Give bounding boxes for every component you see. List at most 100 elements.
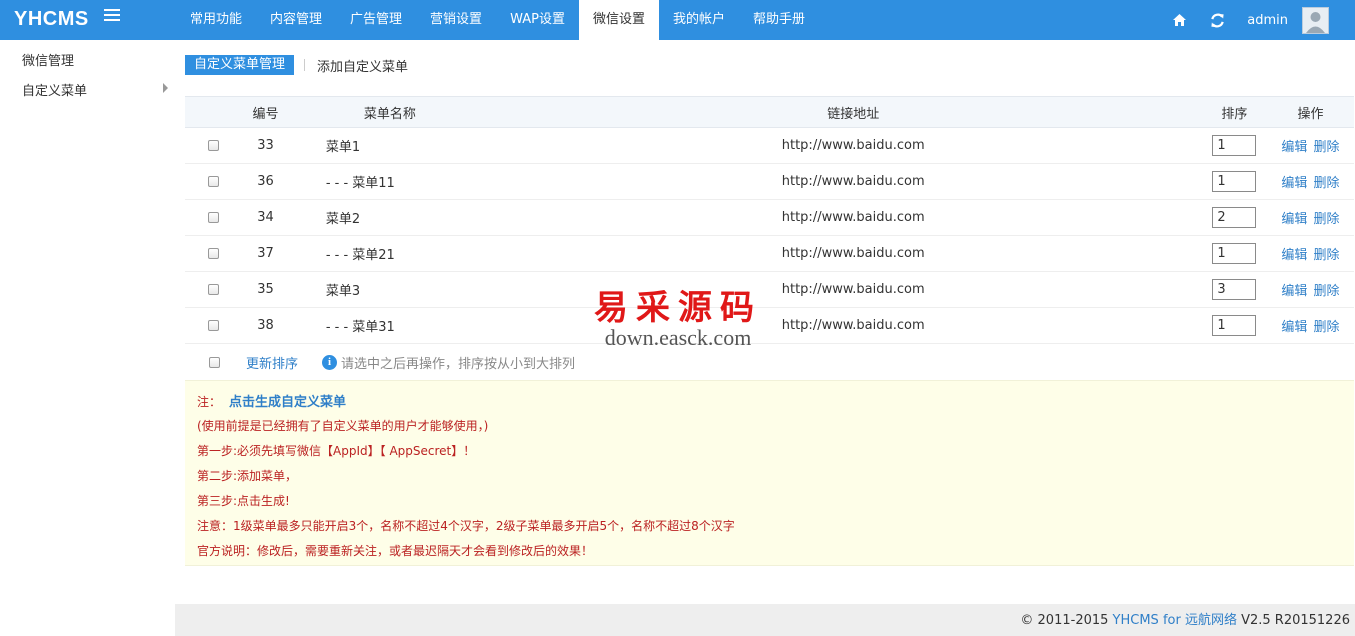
row-url: http://www.baidu.com [781,282,925,297]
table-footer: 更新排序 i 请选中之后再操作，排序按从小到大排列 [185,344,1354,380]
sort-input[interactable] [1212,171,1257,192]
delete-link[interactable]: 删除 [1314,320,1340,335]
sort-input[interactable] [1212,315,1257,336]
table-header-row: 编号 菜单名称 链接地址 排序 操作 [185,96,1354,128]
refresh-icon[interactable] [1209,12,1225,28]
row-url: http://www.baidu.com [781,318,925,333]
note-line-generate: 注： 点击生成自定义菜单 [197,391,346,410]
sidebar-item-wechat-manage[interactable]: 微信管理 [22,50,168,69]
divider [304,59,306,71]
note-line: (使用前提是已经拥有了自定义菜单的用户才能够使用，) [197,419,489,433]
table-row: 34 菜单2 http://www.baidu.com 编辑 删除 [185,200,1354,236]
note-prefix: 注： [197,395,222,409]
select-all-checkbox[interactable] [209,356,220,368]
nav-tab-3[interactable]: 营销设置 [416,0,496,40]
row-checkbox-cell [185,308,241,344]
nav-tab-0[interactable]: 常用功能 [176,0,256,40]
row-name: - - - 菜单31 [325,320,395,335]
delete-link[interactable]: 删除 [1314,248,1340,263]
header-checkbox-cell [185,96,242,128]
brand-logo[interactable]: YHCMS [14,8,89,31]
sort-input[interactable] [1212,135,1257,156]
row-name: 菜单1 [325,140,361,155]
row-id: 37 [257,246,274,261]
row-sort-cell [1202,164,1267,200]
row-ops: 编辑 删除 [1267,236,1354,272]
sidebar-item-label: 自定义菜单 [22,84,88,99]
row-name: 菜单3 [325,284,361,299]
sort-input[interactable] [1212,207,1257,228]
row-checkbox[interactable] [207,248,219,259]
sort-input[interactable] [1212,279,1257,300]
sidebar-item-custom-menu[interactable]: 自定义菜单 [22,80,168,99]
row-ops: 编辑 删除 [1267,200,1354,236]
header-ops: 操作 [1266,96,1354,128]
copyright: © 2011-2015 YHCMS for 远航网络 V2.5 R2015122… [1020,609,1350,628]
menu-toggle-icon[interactable] [104,9,120,25]
header-id: 编号 [241,96,290,128]
row-checkbox[interactable] [207,176,219,187]
tab-custom-menu-manage[interactable]: 自定义菜单管理 [185,55,295,75]
row-checkbox[interactable] [207,212,219,223]
main-nav: 常用功能 内容管理 广告管理 营销设置 WAP设置 微信设置 我的帐户 帮助手册 [176,0,819,40]
row-checkbox-cell [185,128,241,164]
note-line: 官方说明：修改后，需要重新关注，或者最迟隔天才会看到修改后的效果！ [197,544,594,558]
table-row: 35 菜单3 http://www.baidu.com 编辑 删除 [185,272,1354,308]
copyright-link[interactable]: YHCMS for 远航网络 [1113,613,1237,628]
edit-link[interactable]: 编辑 [1281,248,1307,263]
note-line: 第一步:必须先填写微信【AppId】【 AppSecret】！ [197,444,476,458]
edit-link[interactable]: 编辑 [1281,140,1307,155]
hint-text: 请选中之后再操作，排序按从小到大排列 [341,356,576,372]
row-sort-cell [1202,200,1267,236]
row-url: http://www.baidu.com [781,174,925,189]
row-id: 36 [257,174,274,189]
delete-link[interactable]: 删除 [1314,284,1340,299]
row-name: - - - 菜单21 [325,248,395,263]
notes-panel: 注： 点击生成自定义菜单 (使用前提是已经拥有了自定义菜单的用户才能够使用，) 第… [185,380,1354,566]
row-url: http://www.baidu.com [781,246,925,261]
edit-link[interactable]: 编辑 [1281,284,1307,299]
row-id: 34 [257,210,274,225]
sidebar: 微信管理 自定义菜单 [0,40,175,636]
update-sort-button[interactable]: 更新排序 [246,353,298,372]
table-row: 33 菜单1 http://www.baidu.com 编辑 删除 [185,128,1354,164]
header-sort: 排序 [1201,96,1267,128]
row-checkbox-cell [185,164,241,200]
edit-link[interactable]: 编辑 [1281,176,1307,191]
avatar[interactable] [1302,6,1329,34]
edit-link[interactable]: 编辑 [1281,320,1307,335]
top-right-tools: admin [1171,0,1355,40]
row-url: http://www.baidu.com [781,138,925,153]
row-checkbox-cell [185,272,241,308]
username[interactable]: admin [1247,13,1288,28]
generate-menu-link[interactable]: 点击生成自定义菜单 [229,395,346,410]
header-name: 菜单名称 [289,96,505,128]
row-checkbox[interactable] [207,320,219,331]
row-ops: 编辑 删除 [1267,308,1354,344]
row-sort-cell [1202,272,1267,308]
row-checkbox[interactable] [207,140,219,151]
row-ops: 编辑 删除 [1267,128,1354,164]
chevron-right-icon [163,83,168,93]
delete-link[interactable]: 删除 [1314,176,1340,191]
sort-input[interactable] [1212,243,1257,264]
nav-tab-6[interactable]: 我的帐户 [659,0,739,40]
table-row: 37 - - - 菜单21 http://www.baidu.com 编辑 删除 [185,236,1354,272]
version-text: V2.5 R20151226 [1241,613,1350,628]
nav-tab-2[interactable]: 广告管理 [336,0,416,40]
nav-tab-4[interactable]: WAP设置 [496,0,579,40]
row-name: 菜单2 [325,212,361,227]
tab-add-custom-menu[interactable]: 添加自定义菜单 [317,56,408,75]
main-panel: 自定义菜单管理 添加自定义菜单 编号 菜单名称 链接地址 排序 操作 33 菜单1… [175,40,1355,604]
edit-link[interactable]: 编辑 [1281,212,1307,227]
row-checkbox[interactable] [207,284,219,295]
table-row: 38 - - - 菜单31 http://www.baidu.com 编辑 删除 [185,308,1354,344]
nav-tab-7[interactable]: 帮助手册 [739,0,819,40]
home-icon[interactable] [1171,12,1187,28]
nav-tab-5[interactable]: 微信设置 [578,0,659,40]
note-line: 第三步:点击生成! [197,494,290,508]
delete-link[interactable]: 删除 [1314,140,1340,155]
sidebar-item-label: 微信管理 [22,54,75,69]
nav-tab-1[interactable]: 内容管理 [256,0,336,40]
delete-link[interactable]: 删除 [1314,212,1340,227]
